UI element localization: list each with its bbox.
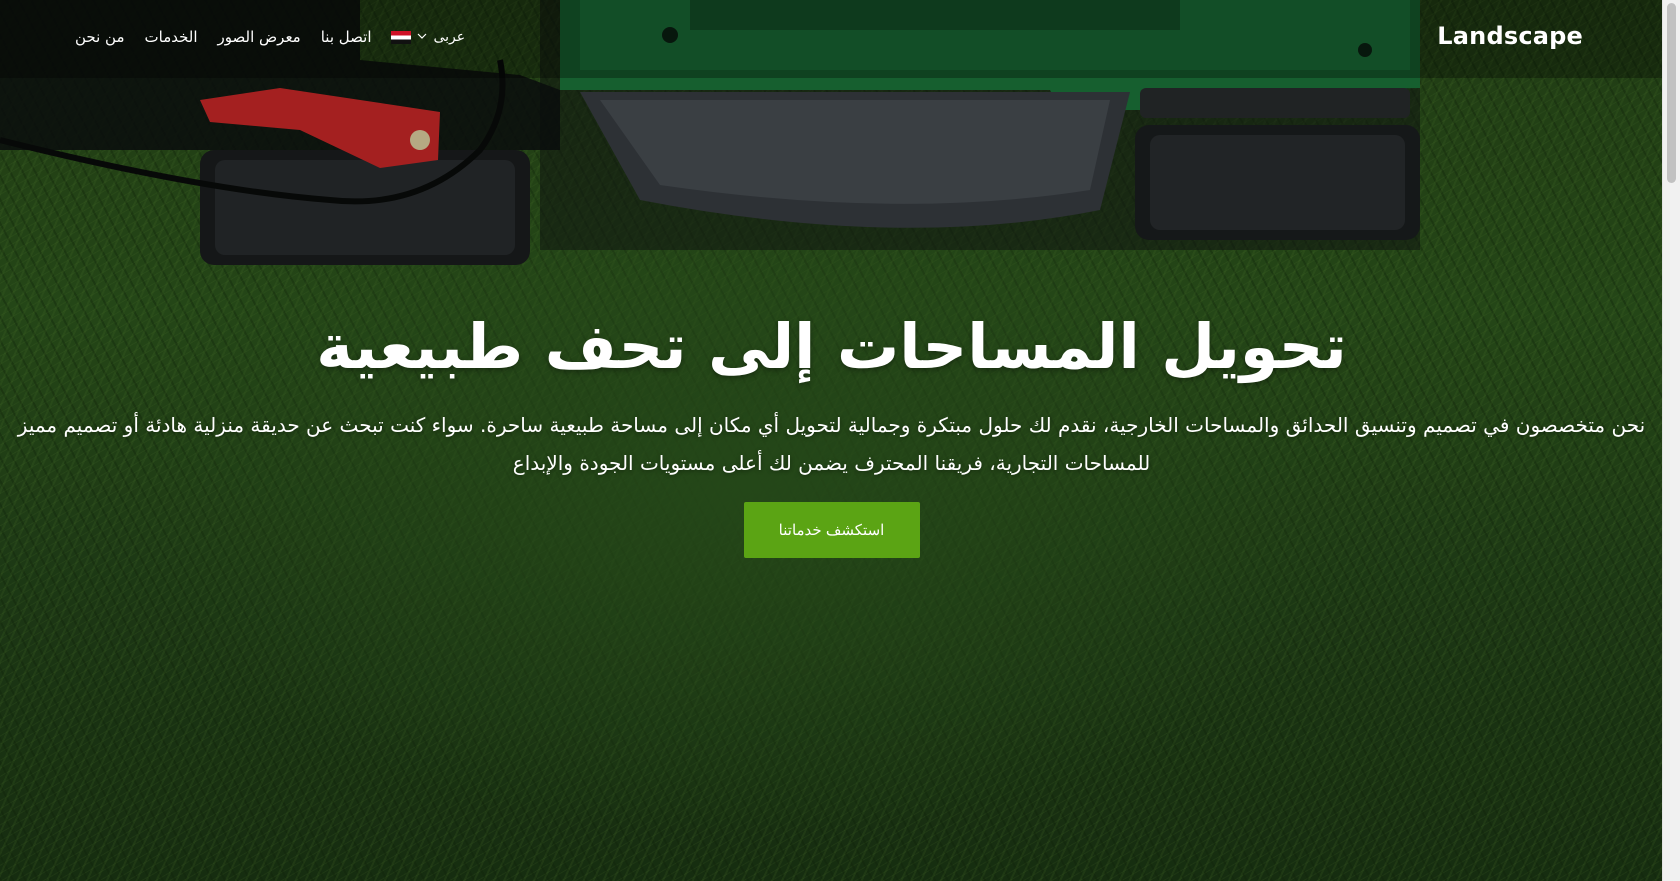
language-switcher[interactable]: عربى xyxy=(391,29,465,45)
egypt-flag-icon xyxy=(391,30,412,44)
page-scrollbar[interactable] xyxy=(1662,0,1680,881)
hero-title: تحويل المساحات إلى تحف طبيعية xyxy=(316,310,1347,383)
nav-link-services[interactable]: الخدمات xyxy=(145,28,198,46)
page: Landscape من نحن الخدمات معرض الصور اتصل… xyxy=(0,0,1680,881)
hero-description: نحن متخصصون في تصميم وتنسيق الحدائق والم… xyxy=(17,413,1646,476)
top-navbar: Landscape من نحن الخدمات معرض الصور اتصل… xyxy=(0,0,1663,78)
scrollbar-thumb[interactable] xyxy=(1667,3,1676,183)
language-label: عربى xyxy=(433,29,466,45)
brand-logo[interactable]: Landscape xyxy=(1437,22,1583,50)
nav-links: من نحن الخدمات معرض الصور اتصل بنا عربى xyxy=(75,28,479,46)
chevron-down-icon xyxy=(417,29,427,45)
hero-content: تحويل المساحات إلى تحف طبيعية نحن متخصصو… xyxy=(0,310,1663,559)
nav-link-gallery[interactable]: معرض الصور xyxy=(218,28,301,46)
nav-link-about[interactable]: من نحن xyxy=(75,28,125,46)
nav-link-contact[interactable]: اتصل بنا xyxy=(321,28,372,46)
explore-services-button[interactable]: استكشف خدماتنا xyxy=(743,502,920,559)
